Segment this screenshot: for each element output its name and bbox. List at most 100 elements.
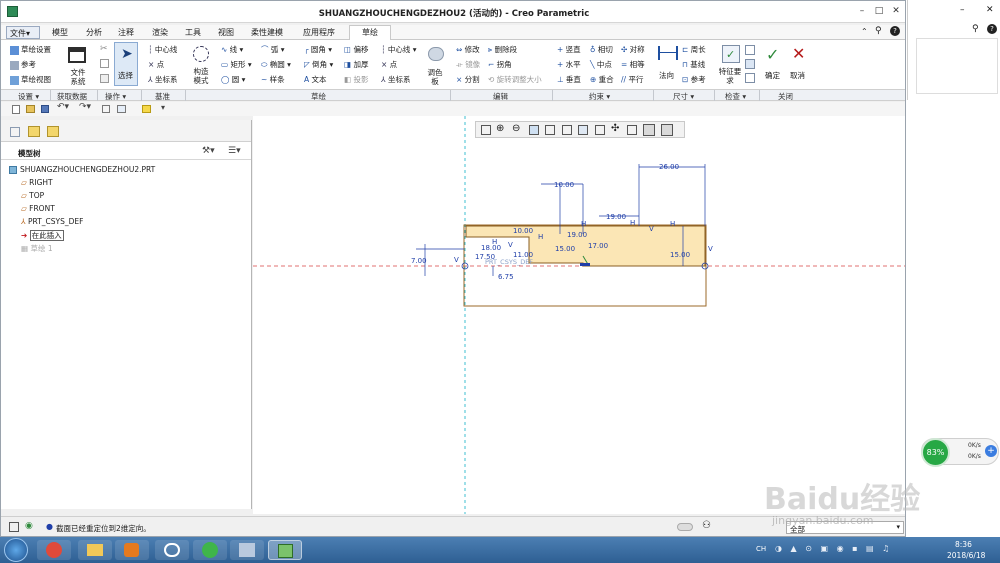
show-navigator-icon[interactable] [9, 522, 19, 532]
equal-constraint-button[interactable]: = 相等 [621, 59, 645, 70]
bg-close-icon[interactable]: ✕ [986, 5, 994, 15]
sketch-view-button[interactable]: 草绘视图 [10, 74, 51, 85]
tree-settings-icon[interactable]: ⚒▾ [202, 146, 215, 156]
paint-taskbar-icon[interactable] [230, 540, 264, 560]
spline-button[interactable]: ~ 样条 [261, 74, 285, 85]
text-button[interactable]: A 文本 [304, 74, 327, 85]
dimension-text[interactable]: 15.00 [670, 251, 690, 259]
normal-dimension-icon[interactable] [658, 46, 678, 60]
redo-icon[interactable]: ↷▾ [79, 102, 91, 112]
explorer-taskbar-icon[interactable] [78, 540, 112, 560]
dimension-text[interactable]: 19.00 [606, 213, 626, 221]
line-button[interactable]: ∿ 线 ▾ [221, 44, 243, 55]
toggle-icon[interactable] [677, 523, 693, 531]
dimension-text[interactable]: 26.00 [659, 163, 679, 171]
tab-render[interactable]: 渲染 [152, 27, 168, 38]
memory-gauge[interactable]: 83% [921, 438, 950, 467]
browser-taskbar-icon[interactable] [37, 540, 71, 560]
save-icon[interactable] [41, 105, 49, 113]
construction-mode-icon[interactable] [193, 46, 209, 62]
dimension-text[interactable]: 10.00 [554, 181, 574, 189]
tab-model[interactable]: 模型 [52, 27, 68, 38]
group-constrain[interactable]: 约束 ▾ [589, 91, 610, 102]
group-operations[interactable]: 操作 ▾ [105, 91, 126, 102]
customize-qat-icon[interactable]: ▾ [161, 103, 165, 112]
show-browser-icon[interactable]: ◉ [25, 521, 33, 531]
help-icon[interactable]: ? [890, 26, 900, 36]
select-button[interactable]: ➤ 选择 [114, 42, 138, 86]
group-setup[interactable]: 设置 ▾ [18, 91, 39, 102]
horizontal-constraint-button[interactable]: + 水平 [557, 59, 581, 70]
perimeter-button[interactable]: ⊏ 周长 [682, 44, 706, 55]
minimize-ribbon-icon[interactable]: ⌃ [861, 27, 868, 36]
inspect-tool-1-icon[interactable] [745, 45, 755, 55]
close-button[interactable]: ✕ [890, 6, 902, 16]
sketch-point-button[interactable]: × 点 [381, 59, 397, 70]
360-taskbar-icon[interactable] [193, 540, 227, 560]
dimension-text[interactable]: 15.00 [555, 245, 575, 253]
cut-icon[interactable]: ✂ [100, 44, 108, 54]
dim-reference-button[interactable]: ⊡ 参考 [682, 74, 706, 85]
tree-item-front[interactable]: ▱ FRONT [21, 204, 55, 213]
parallel-constraint-button[interactable]: // 平行 [621, 74, 643, 85]
midpoint-constraint-button[interactable]: ╲ 中点 [590, 59, 612, 70]
language-indicator[interactable]: CH [756, 545, 766, 553]
dimension-text[interactable]: 6.75 [498, 273, 514, 281]
creo-taskbar-icon[interactable] [268, 540, 302, 560]
sketch-centerline-button[interactable]: ┆ 中心线 ▾ [381, 44, 417, 55]
datum-coordsys-button[interactable]: ⅄ 坐标系 [148, 74, 177, 85]
open-file-icon[interactable] [26, 105, 35, 113]
tree-item-right[interactable]: ▱ RIGHT [21, 178, 53, 187]
vertical-constraint-button[interactable]: + 竖直 [557, 44, 581, 55]
cancel-button[interactable]: 取消 [790, 70, 805, 81]
fillet-button[interactable]: ╭ 圆角 ▾ [304, 44, 332, 55]
thicken-button[interactable]: ◨ 加厚 [344, 59, 368, 70]
tab-tools[interactable]: 工具 [185, 27, 201, 38]
baseline-button[interactable]: ⊓ 基线 [682, 59, 705, 70]
datum-point-button[interactable]: × 点 [148, 59, 164, 70]
windows-icon[interactable] [117, 105, 126, 113]
search-icon[interactable]: ⚲ [875, 26, 882, 36]
cloud-taskbar-icon[interactable] [155, 540, 189, 560]
perpendicular-constraint-button[interactable]: ⊥ 垂直 [557, 74, 581, 85]
sketch-coordsys-button[interactable]: ⅄ 坐标系 [381, 74, 410, 85]
datum-centerline-button[interactable]: ┆ 中心线 [148, 44, 177, 55]
inspect-tool-3-icon[interactable] [745, 73, 755, 83]
close-window-icon[interactable] [142, 105, 151, 113]
feature-requirements-icon[interactable]: ✓ [722, 45, 740, 63]
graphics-area[interactable]: ⊕ ⊖ ✣ 26.00 19.00 10.00 19.00 10.00 18.0… [253, 116, 905, 514]
ellipse-button[interactable]: ⬭ 椭圆 ▾ [261, 59, 291, 70]
new-file-icon[interactable] [12, 105, 20, 114]
clock-time[interactable]: 8:36 [955, 540, 972, 549]
tree-columns-icon[interactable]: ☰▾ [228, 146, 241, 156]
dimension-text[interactable]: 10.00 [513, 227, 533, 235]
undo-icon[interactable]: ↶▾ [57, 102, 69, 112]
modify-button[interactable]: ⇔ 修改 [456, 44, 480, 55]
find-icon[interactable]: ⚇ [702, 520, 711, 531]
tab-flexible-modeling[interactable]: 柔性建模 [251, 27, 283, 38]
tree-root[interactable]: SHUANGZHOUCHENGDEZHOU2.PRT [9, 165, 155, 174]
mirror-button[interactable]: ⟛ 镜像 [456, 59, 480, 70]
minimize-button[interactable]: – [856, 6, 868, 16]
tab-analysis[interactable]: 分析 [86, 27, 102, 38]
symmetric-constraint-button[interactable]: ✣ 对称 [621, 44, 645, 55]
ok-icon[interactable]: ✓ [766, 45, 779, 64]
sketch-setup-button[interactable]: 草绘设置 [10, 44, 51, 55]
group-inspect[interactable]: 检查 ▾ [725, 91, 746, 102]
cancel-icon[interactable]: ✕ [792, 44, 805, 63]
maximize-button[interactable]: □ [873, 6, 885, 16]
model-tree-tab-icon[interactable] [10, 127, 20, 137]
palette-icon[interactable] [428, 47, 444, 61]
reference-button[interactable]: 参考 [10, 59, 36, 70]
project-button[interactable]: ◧ 投影 [344, 74, 368, 85]
add-icon[interactable]: + [985, 445, 997, 457]
tab-sketch[interactable]: 草绘 [349, 25, 391, 40]
file-menu[interactable]: 文件▾ [6, 26, 40, 39]
tree-item-top[interactable]: ▱ TOP [21, 191, 44, 200]
tab-applications[interactable]: 应用程序 [303, 27, 335, 38]
tree-item-insert-here[interactable]: ➔ 在此插入 [21, 230, 64, 241]
tangent-constraint-button[interactable]: ♁ 相切 [590, 44, 613, 55]
copy-icon[interactable] [100, 59, 109, 68]
rotate-resize-button[interactable]: ⟲ 旋转调整大小 [488, 74, 542, 85]
start-button[interactable] [4, 538, 28, 562]
